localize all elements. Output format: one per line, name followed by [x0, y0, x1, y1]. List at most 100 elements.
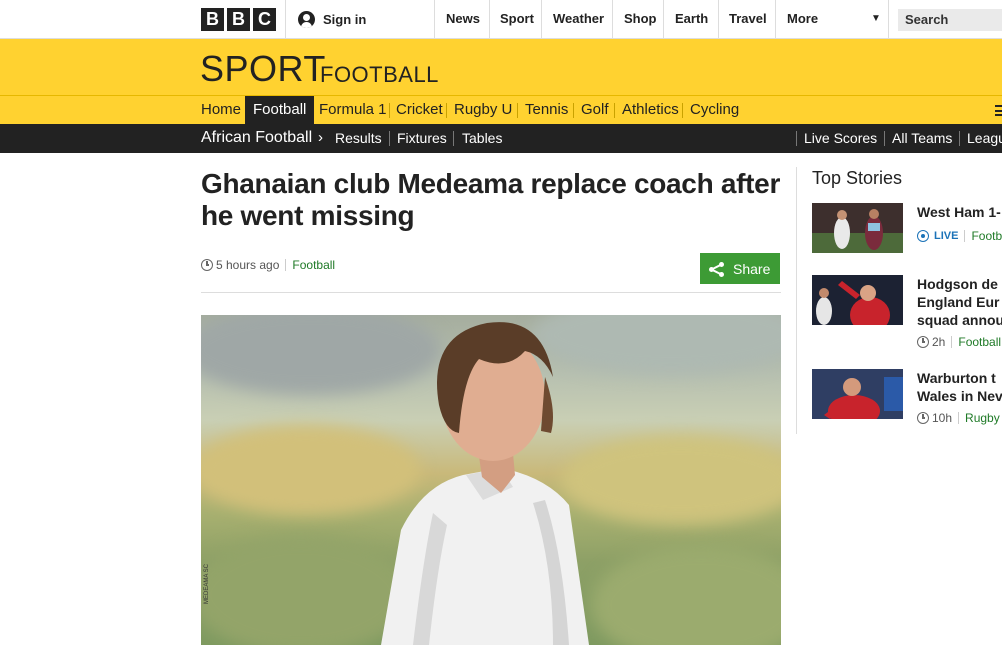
story-section-link[interactable]: Rugby [965, 411, 1000, 425]
section-title[interactable]: FOOTBALL [320, 62, 439, 88]
story-section-link[interactable]: Football [958, 335, 1001, 349]
clock-icon [917, 412, 929, 424]
share-button[interactable]: Share [700, 253, 780, 284]
divider [453, 131, 454, 146]
sport-nav-rugby-union[interactable]: Rugby U [454, 96, 512, 124]
story-title-line: England Eur [917, 294, 1000, 310]
sport-nav-cycling[interactable]: Cycling [690, 96, 739, 124]
divider [285, 259, 287, 271]
divider [389, 103, 390, 118]
article-headline: Ghanaian club Medeama replace coach afte… [201, 168, 791, 232]
sport-nav-athletics[interactable]: Athletics [622, 96, 679, 124]
clock-icon [917, 336, 929, 348]
nav-travel[interactable]: Travel [729, 0, 767, 38]
logo-letter-c: C [253, 8, 276, 31]
photo-credit: MEDEAMA SC [204, 563, 210, 604]
nav-weather[interactable]: Weather [553, 0, 604, 38]
divider [951, 336, 953, 348]
search-input[interactable]: Search [898, 9, 1002, 31]
story-thumbnail[interactable] [812, 275, 903, 325]
nav-more[interactable]: More [787, 0, 818, 38]
story-section-link[interactable]: Footba [971, 229, 1002, 243]
sport-nav-football[interactable]: Football [245, 96, 315, 124]
logo-letter-b2: B [227, 8, 250, 31]
divider [682, 103, 683, 118]
chevron-right-icon: › [318, 129, 323, 146]
story-meta: 2h Football [917, 335, 1001, 349]
story-title-line: West Ham 1- [917, 204, 1001, 220]
sub-nav-african-football[interactable]: African Football [201, 124, 312, 153]
sub-nav-live-scores[interactable]: Live Scores [804, 124, 877, 153]
sport-logo[interactable]: SPORT [200, 48, 326, 90]
story-image [812, 369, 903, 419]
divider [775, 0, 776, 38]
divider [517, 103, 518, 118]
headline-line-1: Ghanaian club Medeama replace coach afte… [201, 168, 781, 199]
global-nav: B B C Sign in News Sport Weather Shop Ea… [0, 0, 1002, 39]
divider [573, 103, 574, 118]
divider [612, 0, 613, 38]
nav-earth[interactable]: Earth [675, 0, 708, 38]
story-title-line: Wales in Nev [917, 388, 1002, 404]
story-title-line: Warburton t [917, 370, 996, 386]
story-meta: LIVE Footba [917, 229, 1002, 243]
divider [663, 0, 664, 38]
story-time: 10h [932, 411, 953, 425]
divider [888, 0, 889, 38]
divider [434, 0, 435, 38]
sub-nav: African Football › Results Fixtures Tabl… [0, 124, 1002, 153]
divider [884, 131, 885, 146]
top-story-item[interactable]: Hodgson de England Eur squad annou 2h Fo… [812, 275, 1002, 355]
live-badge: LIVE [934, 230, 959, 242]
story-thumbnail[interactable] [812, 203, 903, 253]
nav-sport[interactable]: Sport [500, 0, 534, 38]
story-meta: 10h Rugby [917, 411, 1000, 425]
story-thumbnail[interactable] [812, 369, 903, 419]
live-icon [917, 230, 929, 242]
sport-nav-formula-1[interactable]: Formula 1 [319, 96, 387, 124]
top-story-item[interactable]: Warburton t Wales in Nev 10h Rugby [812, 369, 1002, 429]
sub-nav-results[interactable]: Results [335, 124, 382, 153]
sport-nav-golf[interactable]: Golf [581, 96, 609, 124]
sport-nav-home[interactable]: Home [201, 96, 241, 124]
divider [796, 167, 797, 434]
divider [201, 292, 781, 293]
nav-shop[interactable]: Shop [624, 0, 657, 38]
top-story-item[interactable]: West Ham 1- LIVE Footba [812, 203, 1002, 253]
sport-nav-tennis[interactable]: Tennis [525, 96, 568, 124]
coach-figure [381, 322, 589, 645]
menu-icon[interactable] [995, 105, 1002, 116]
sub-nav-leagues[interactable]: Leagu [967, 124, 1002, 153]
article-photo [201, 315, 781, 645]
article-timestamp: 5 hours ago [216, 258, 280, 272]
share-label: Share [733, 260, 771, 277]
sub-nav-all-teams[interactable]: All Teams [892, 124, 952, 153]
article-section-link[interactable]: Football [292, 258, 335, 272]
divider [489, 0, 490, 38]
divider [446, 103, 447, 118]
story-title[interactable]: West Ham 1- [917, 203, 1002, 221]
sub-nav-fixtures[interactable]: Fixtures [397, 124, 447, 153]
divider [958, 412, 960, 424]
divider [718, 0, 719, 38]
sport-nav: Home Football Formula 1 Cricket Rugby U … [0, 96, 1002, 124]
bbc-logo[interactable]: B B C [201, 8, 276, 31]
story-title-line: Hodgson de [917, 276, 998, 292]
divider [959, 131, 960, 146]
story-title[interactable]: Hodgson de England Eur squad annou [917, 275, 1002, 329]
sport-nav-cricket[interactable]: Cricket [396, 96, 443, 124]
sign-in-link[interactable]: Sign in [298, 11, 366, 28]
divider [964, 230, 966, 242]
story-image [812, 203, 903, 253]
clock-icon [201, 259, 213, 271]
sub-nav-tables[interactable]: Tables [462, 124, 502, 153]
user-icon [298, 11, 315, 28]
nav-news[interactable]: News [446, 0, 480, 38]
story-title-line: squad annou [917, 312, 1002, 328]
share-icon [709, 261, 725, 277]
sign-in-label: Sign in [323, 12, 367, 27]
story-title[interactable]: Warburton t Wales in Nev [917, 369, 1002, 405]
top-stories-title: Top Stories [812, 168, 903, 188]
divider [389, 131, 390, 146]
chevron-down-icon[interactable]: ▼ [871, 13, 881, 24]
